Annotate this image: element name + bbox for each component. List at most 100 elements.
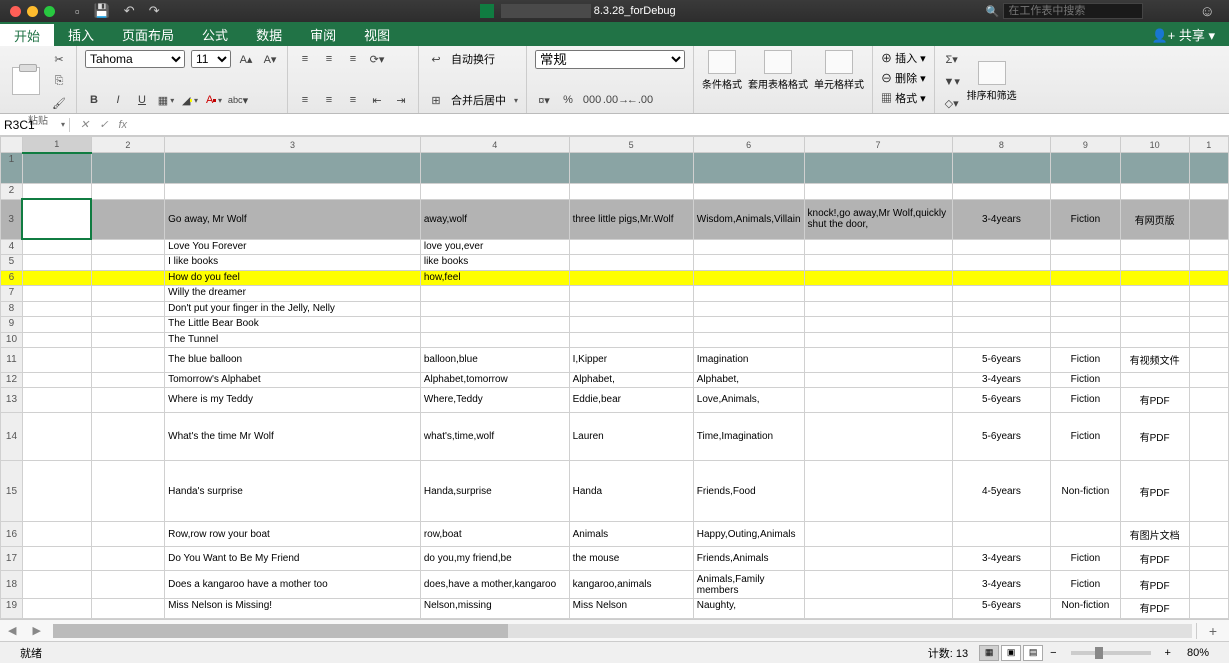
cell[interactable]: [804, 461, 952, 522]
cell[interactable]: [1189, 153, 1228, 184]
italic-button[interactable]: I: [109, 91, 127, 109]
font-size-select[interactable]: 11: [191, 50, 231, 68]
cell[interactable]: Animals,Family members: [693, 571, 804, 599]
search-input[interactable]: [1003, 3, 1143, 19]
cell[interactable]: Does a kangaroo have a mother too: [165, 571, 421, 599]
currency-icon[interactable]: ¤▾: [535, 91, 553, 109]
cell[interactable]: [22, 301, 91, 317]
cell[interactable]: [22, 372, 91, 388]
row-header[interactable]: 19: [1, 598, 23, 618]
cell[interactable]: [1051, 286, 1120, 302]
cell[interactable]: [91, 184, 165, 200]
cell[interactable]: [1120, 372, 1189, 388]
cell[interactable]: [91, 348, 165, 372]
cell[interactable]: [1051, 522, 1120, 546]
cell[interactable]: [91, 372, 165, 388]
cell[interactable]: [22, 332, 91, 348]
cell[interactable]: [22, 546, 91, 570]
row-header[interactable]: 12: [1, 372, 23, 388]
cell[interactable]: Fiction: [1051, 546, 1120, 570]
cell[interactable]: [1189, 461, 1228, 522]
row-header[interactable]: 7: [1, 286, 23, 302]
cell[interactable]: [22, 571, 91, 599]
cell[interactable]: [91, 153, 165, 184]
cell[interactable]: [693, 153, 804, 184]
cell[interactable]: [569, 286, 693, 302]
redo-icon[interactable]: ↷: [149, 3, 160, 19]
search-box[interactable]: 🔍: [986, 3, 1186, 19]
cell[interactable]: [22, 598, 91, 618]
sheet-nav-next-icon[interactable]: ▶: [24, 624, 48, 637]
tab-data[interactable]: 数据: [242, 22, 296, 46]
align-right-icon[interactable]: ≡: [344, 91, 362, 109]
cell[interactable]: [1051, 255, 1120, 271]
save-as-icon[interactable]: 💾: [94, 3, 110, 19]
cell[interactable]: Tomorrow's Alphabet: [165, 372, 421, 388]
zoom-out-button[interactable]: −: [1044, 647, 1062, 659]
cell[interactable]: [420, 317, 569, 333]
cell[interactable]: What's the time Mr Wolf: [165, 412, 421, 461]
cell[interactable]: [1120, 286, 1189, 302]
cell[interactable]: Row,row row your boat: [165, 522, 421, 546]
cell[interactable]: [22, 239, 91, 255]
increase-decimal-icon[interactable]: .00→: [607, 91, 625, 109]
cell[interactable]: [420, 184, 569, 200]
cell[interactable]: [22, 255, 91, 271]
cell[interactable]: [952, 239, 1051, 255]
cell[interactable]: [165, 153, 421, 184]
row-header[interactable]: 16: [1, 522, 23, 546]
cell[interactable]: the mouse: [569, 546, 693, 570]
orientation-icon[interactable]: ⟳▾: [368, 50, 386, 68]
cell[interactable]: Handa,surprise: [420, 461, 569, 522]
cell[interactable]: [420, 301, 569, 317]
border-button[interactable]: ▦▾: [157, 91, 175, 109]
cell[interactable]: 有PDF: [1120, 571, 1189, 599]
cell[interactable]: [804, 546, 952, 570]
cell[interactable]: Friends,Food: [693, 461, 804, 522]
cell[interactable]: 4-5years: [952, 461, 1051, 522]
row-header[interactable]: 5: [1, 255, 23, 271]
fill-icon[interactable]: ▼▾: [943, 72, 961, 90]
cell[interactable]: [952, 184, 1051, 200]
cell[interactable]: [693, 332, 804, 348]
cell[interactable]: [1051, 301, 1120, 317]
cell[interactable]: [91, 598, 165, 618]
align-center-icon[interactable]: ≡: [320, 91, 338, 109]
cell[interactable]: Alphabet,: [693, 372, 804, 388]
cell[interactable]: [693, 286, 804, 302]
cell[interactable]: [91, 412, 165, 461]
cell[interactable]: [693, 270, 804, 286]
clear-icon[interactable]: ◇▾: [943, 94, 961, 112]
cell[interactable]: Fiction: [1051, 199, 1120, 239]
cell[interactable]: [420, 286, 569, 302]
cell[interactable]: how,feel: [420, 270, 569, 286]
select-all-corner[interactable]: [1, 137, 23, 153]
cell[interactable]: Naughty,: [693, 598, 804, 618]
cell[interactable]: 有PDF: [1120, 546, 1189, 570]
cell[interactable]: [91, 270, 165, 286]
horizontal-scrollbar[interactable]: [53, 624, 1192, 638]
cell[interactable]: [22, 153, 91, 184]
cell[interactable]: Willy the dreamer: [165, 286, 421, 302]
undo-icon[interactable]: ↶: [124, 3, 135, 19]
cell[interactable]: [952, 317, 1051, 333]
tab-layout[interactable]: 页面布局: [108, 22, 188, 46]
cell[interactable]: [22, 286, 91, 302]
cell[interactable]: [1189, 199, 1228, 239]
cell[interactable]: Fiction: [1051, 388, 1120, 412]
cell[interactable]: How do you feel: [165, 270, 421, 286]
share-button[interactable]: 👤+ 共享 ▾: [1137, 25, 1229, 44]
delete-cells-button[interactable]: ⊖ 删除 ▾: [881, 70, 926, 86]
cell[interactable]: Where is my Teddy: [165, 388, 421, 412]
cell[interactable]: [804, 332, 952, 348]
cell[interactable]: [569, 301, 693, 317]
cell[interactable]: [804, 522, 952, 546]
cell[interactable]: [1120, 270, 1189, 286]
cell[interactable]: 有PDF: [1120, 598, 1189, 618]
cell[interactable]: Fiction: [1051, 571, 1120, 599]
cell[interactable]: [22, 461, 91, 522]
cell[interactable]: Nelson,missing: [420, 598, 569, 618]
cell[interactable]: 3-4years: [952, 571, 1051, 599]
cell[interactable]: Miss Nelson is Missing!: [165, 598, 421, 618]
column-headers[interactable]: 123 456 789 101: [1, 137, 1229, 153]
